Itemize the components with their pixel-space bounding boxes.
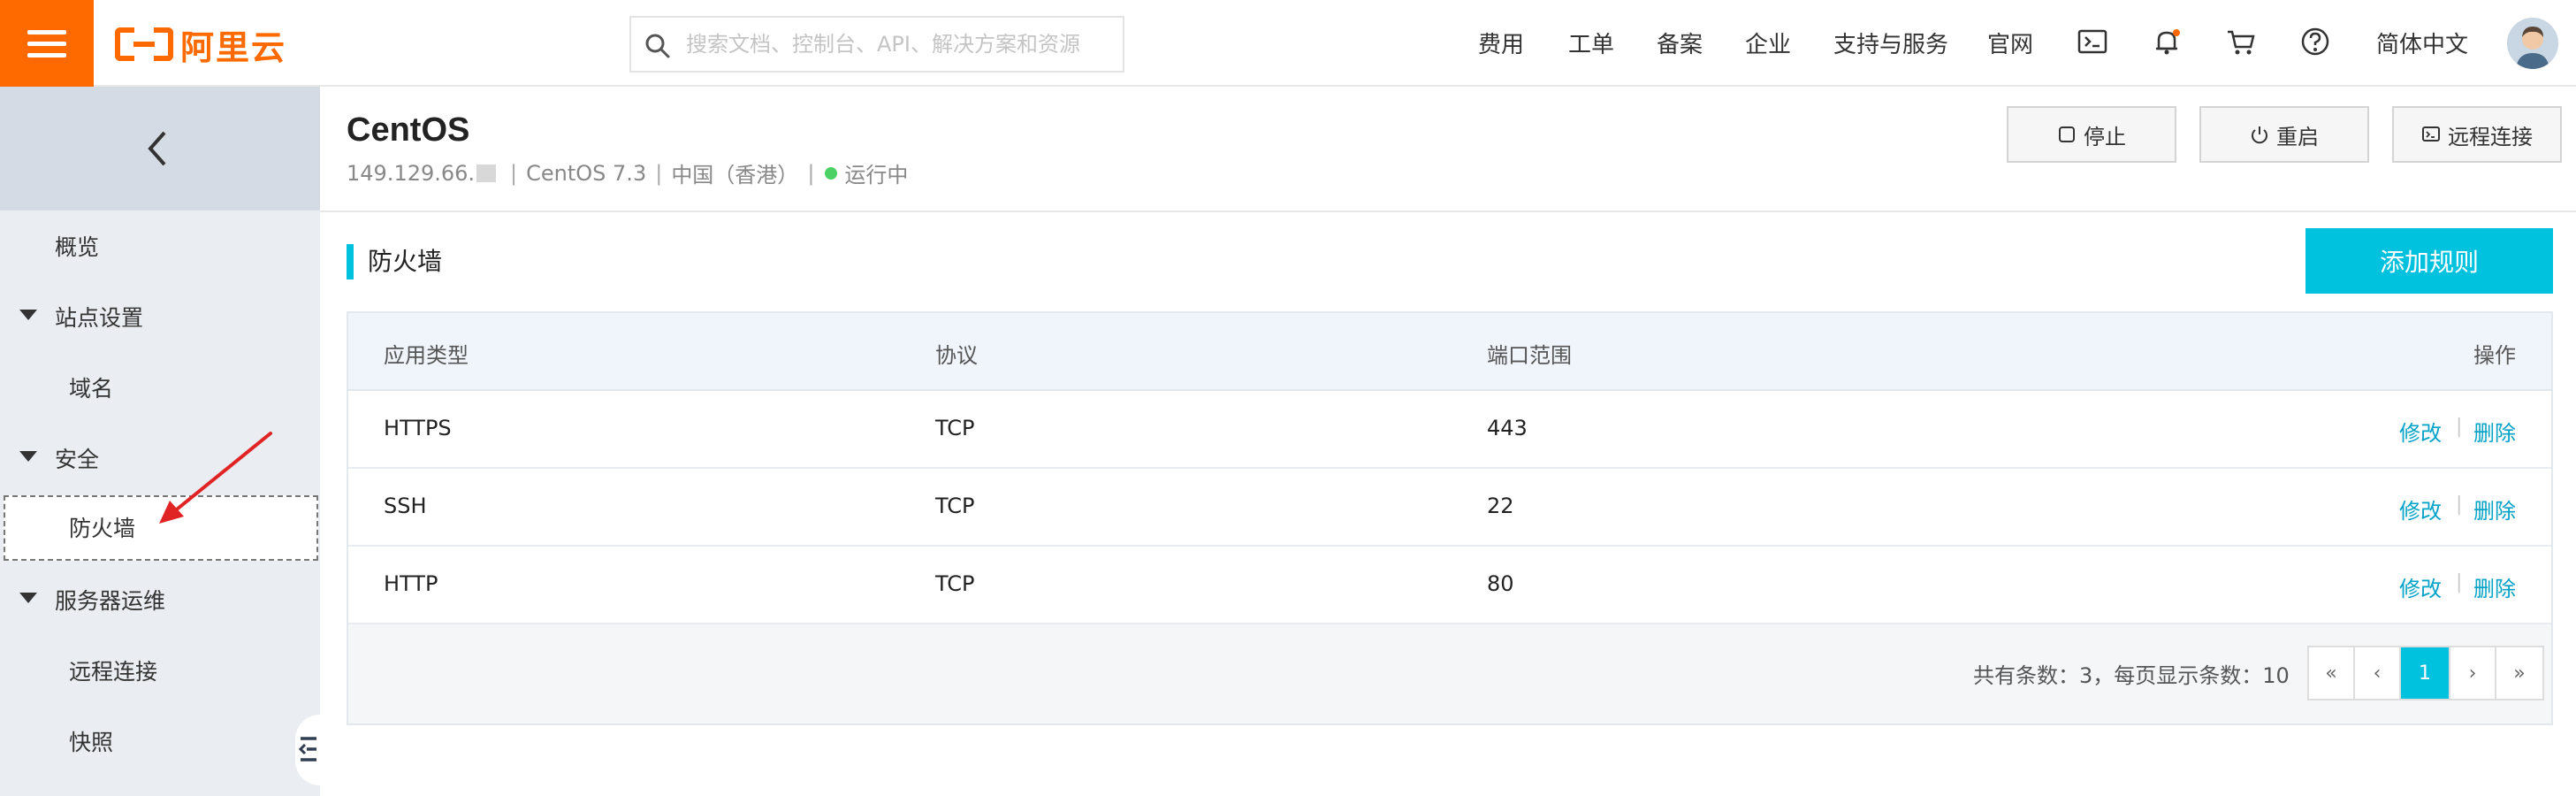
nav-tickets[interactable]: 工单	[1568, 27, 1614, 60]
search-input[interactable]	[686, 27, 1110, 62]
pagination: « ‹ 1 › »	[2307, 646, 2544, 700]
hamburger-menu-button[interactable]	[0, 0, 94, 87]
header-divider	[320, 210, 2576, 212]
stop-button[interactable]: 停止	[2007, 106, 2176, 163]
top-navigation-bar: 阿里云 费用 工单 备案 企业 支持与服务 官网 简体中文	[0, 0, 2576, 87]
column-header-app-type[interactable]: 应用类型	[384, 338, 469, 369]
column-header-actions: 操作	[2473, 343, 2516, 368]
edit-link[interactable]: 修改	[2399, 571, 2442, 602]
terminal-icon[interactable]	[2076, 25, 2109, 58]
section-title: 防火墙	[368, 247, 443, 276]
hamburger-icon	[27, 30, 66, 34]
restart-button[interactable]: 重启	[2199, 106, 2369, 163]
avatar-icon	[2507, 18, 2558, 69]
cell-protocol: TCP	[935, 571, 975, 596]
nav-enterprise[interactable]: 企业	[1745, 27, 1791, 60]
column-header-port-range[interactable]: 端口范围	[1487, 338, 1572, 369]
caret-down-icon	[19, 593, 37, 603]
cell-app-type: HTTP	[384, 571, 438, 596]
cell-port: 443	[1487, 416, 1528, 440]
hamburger-icon-line	[27, 42, 66, 46]
instance-name: CentOS	[347, 111, 470, 149]
remote-connect-button[interactable]: 远程连接	[2392, 106, 2562, 163]
table-row: HTTP TCP 80 修改 | 删除	[348, 547, 2551, 624]
remote-connect-button-label: 远程连接	[2448, 124, 2533, 149]
instance-ip: 149.129.66.	[347, 160, 476, 186]
stop-button-label: 停止	[2084, 124, 2126, 149]
stop-icon	[2059, 126, 2075, 142]
delete-link[interactable]: 删除	[2473, 494, 2516, 524]
cell-protocol: TCP	[935, 416, 975, 440]
sidebar-item-remote-connect[interactable]: 远程连接	[69, 644, 157, 700]
sidebar-group-security[interactable]: 安全	[55, 432, 99, 488]
sidebar-item-overview[interactable]: 概览	[55, 219, 99, 276]
cell-port: 80	[1487, 571, 1514, 596]
sidebar-back-button[interactable]	[0, 87, 320, 210]
meta-separator: |	[510, 160, 518, 186]
nav-official-site[interactable]: 官网	[1987, 27, 2033, 60]
cell-app-type: SSH	[384, 494, 427, 518]
instance-meta: 149.129.66. | CentOS 7.3 | 中国（香港） | 运行中	[347, 157, 908, 188]
annotation-arrow-icon	[159, 432, 272, 524]
help-icon[interactable]	[2298, 25, 2332, 58]
aliyun-logo-mark-icon	[115, 27, 173, 61]
user-avatar[interactable]	[2507, 18, 2558, 69]
nav-fees[interactable]: 费用	[1478, 27, 1524, 60]
meta-separator: |	[807, 160, 815, 186]
caret-down-icon	[19, 310, 37, 320]
status-dot-icon	[825, 166, 838, 180]
collapse-menu-icon	[299, 737, 316, 762]
action-separator: |	[2456, 571, 2463, 593]
prev-page-button[interactable]: ‹	[2355, 647, 2401, 699]
shopping-cart-icon[interactable]	[2224, 25, 2258, 58]
column-header-protocol[interactable]: 协议	[935, 338, 978, 369]
cell-port: 22	[1487, 494, 1514, 518]
nav-support[interactable]: 支持与服务	[1833, 27, 1948, 60]
add-rule-button[interactable]: 添加规则	[2305, 228, 2553, 294]
sidebar-collapse-toggle[interactable]	[295, 715, 320, 785]
cell-protocol: TCP	[935, 494, 975, 518]
instance-status: 运行中	[844, 163, 909, 188]
aliyun-logo[interactable]: 阿里云	[115, 21, 286, 67]
cell-app-type: HTTPS	[384, 416, 452, 440]
edit-link[interactable]: 修改	[2399, 416, 2442, 447]
table-row: SSH TCP 22 修改 | 删除	[348, 469, 2551, 547]
language-switcher[interactable]: 简体中文	[2376, 27, 2468, 60]
redacted-ip-part	[476, 164, 497, 182]
instance-os: CentOS 7.3	[526, 160, 647, 186]
action-separator: |	[2456, 416, 2463, 438]
sidebar-group-server-ops[interactable]: 服务器运维	[55, 573, 165, 630]
sidebar-item-snapshot[interactable]: 快照	[69, 715, 113, 771]
table-header: 应用类型 协议 端口范围 操作	[348, 313, 2551, 391]
sidebar-group-site-settings[interactable]: 站点设置	[55, 290, 143, 347]
brand-text: 阿里云	[180, 27, 287, 67]
section-accent-bar	[347, 244, 354, 279]
page-1-button[interactable]: 1	[2401, 647, 2450, 699]
instance-region: 中国（香港）	[671, 163, 799, 188]
search-icon	[645, 34, 670, 58]
terminal-icon	[2422, 126, 2440, 142]
caret-down-icon	[19, 451, 37, 462]
delete-link[interactable]: 删除	[2473, 416, 2516, 447]
restart-button-label: 重启	[2276, 124, 2319, 149]
meta-separator: |	[655, 160, 663, 186]
table-row: HTTPS TCP 443 修改 | 删除	[348, 391, 2551, 469]
nav-icp-filing[interactable]: 备案	[1657, 27, 1703, 60]
global-search[interactable]	[629, 16, 1124, 73]
delete-link[interactable]: 删除	[2473, 571, 2516, 602]
notification-bell-icon[interactable]	[2150, 25, 2184, 58]
last-page-button[interactable]: »	[2496, 647, 2542, 699]
first-page-button[interactable]: «	[2309, 647, 2355, 699]
sidebar-item-domain[interactable]: 域名	[69, 361, 113, 417]
next-page-button[interactable]: ›	[2450, 647, 2496, 699]
power-icon	[2252, 126, 2267, 144]
action-separator: |	[2456, 494, 2463, 516]
chevron-left-icon	[148, 131, 166, 166]
edit-link[interactable]: 修改	[2399, 494, 2442, 524]
sidebar-item-firewall[interactable]: 防火墙	[69, 501, 135, 557]
hamburger-icon-line	[27, 53, 66, 57]
pagination-summary: 共有条数：3，每页显示条数：10	[1973, 663, 2290, 688]
